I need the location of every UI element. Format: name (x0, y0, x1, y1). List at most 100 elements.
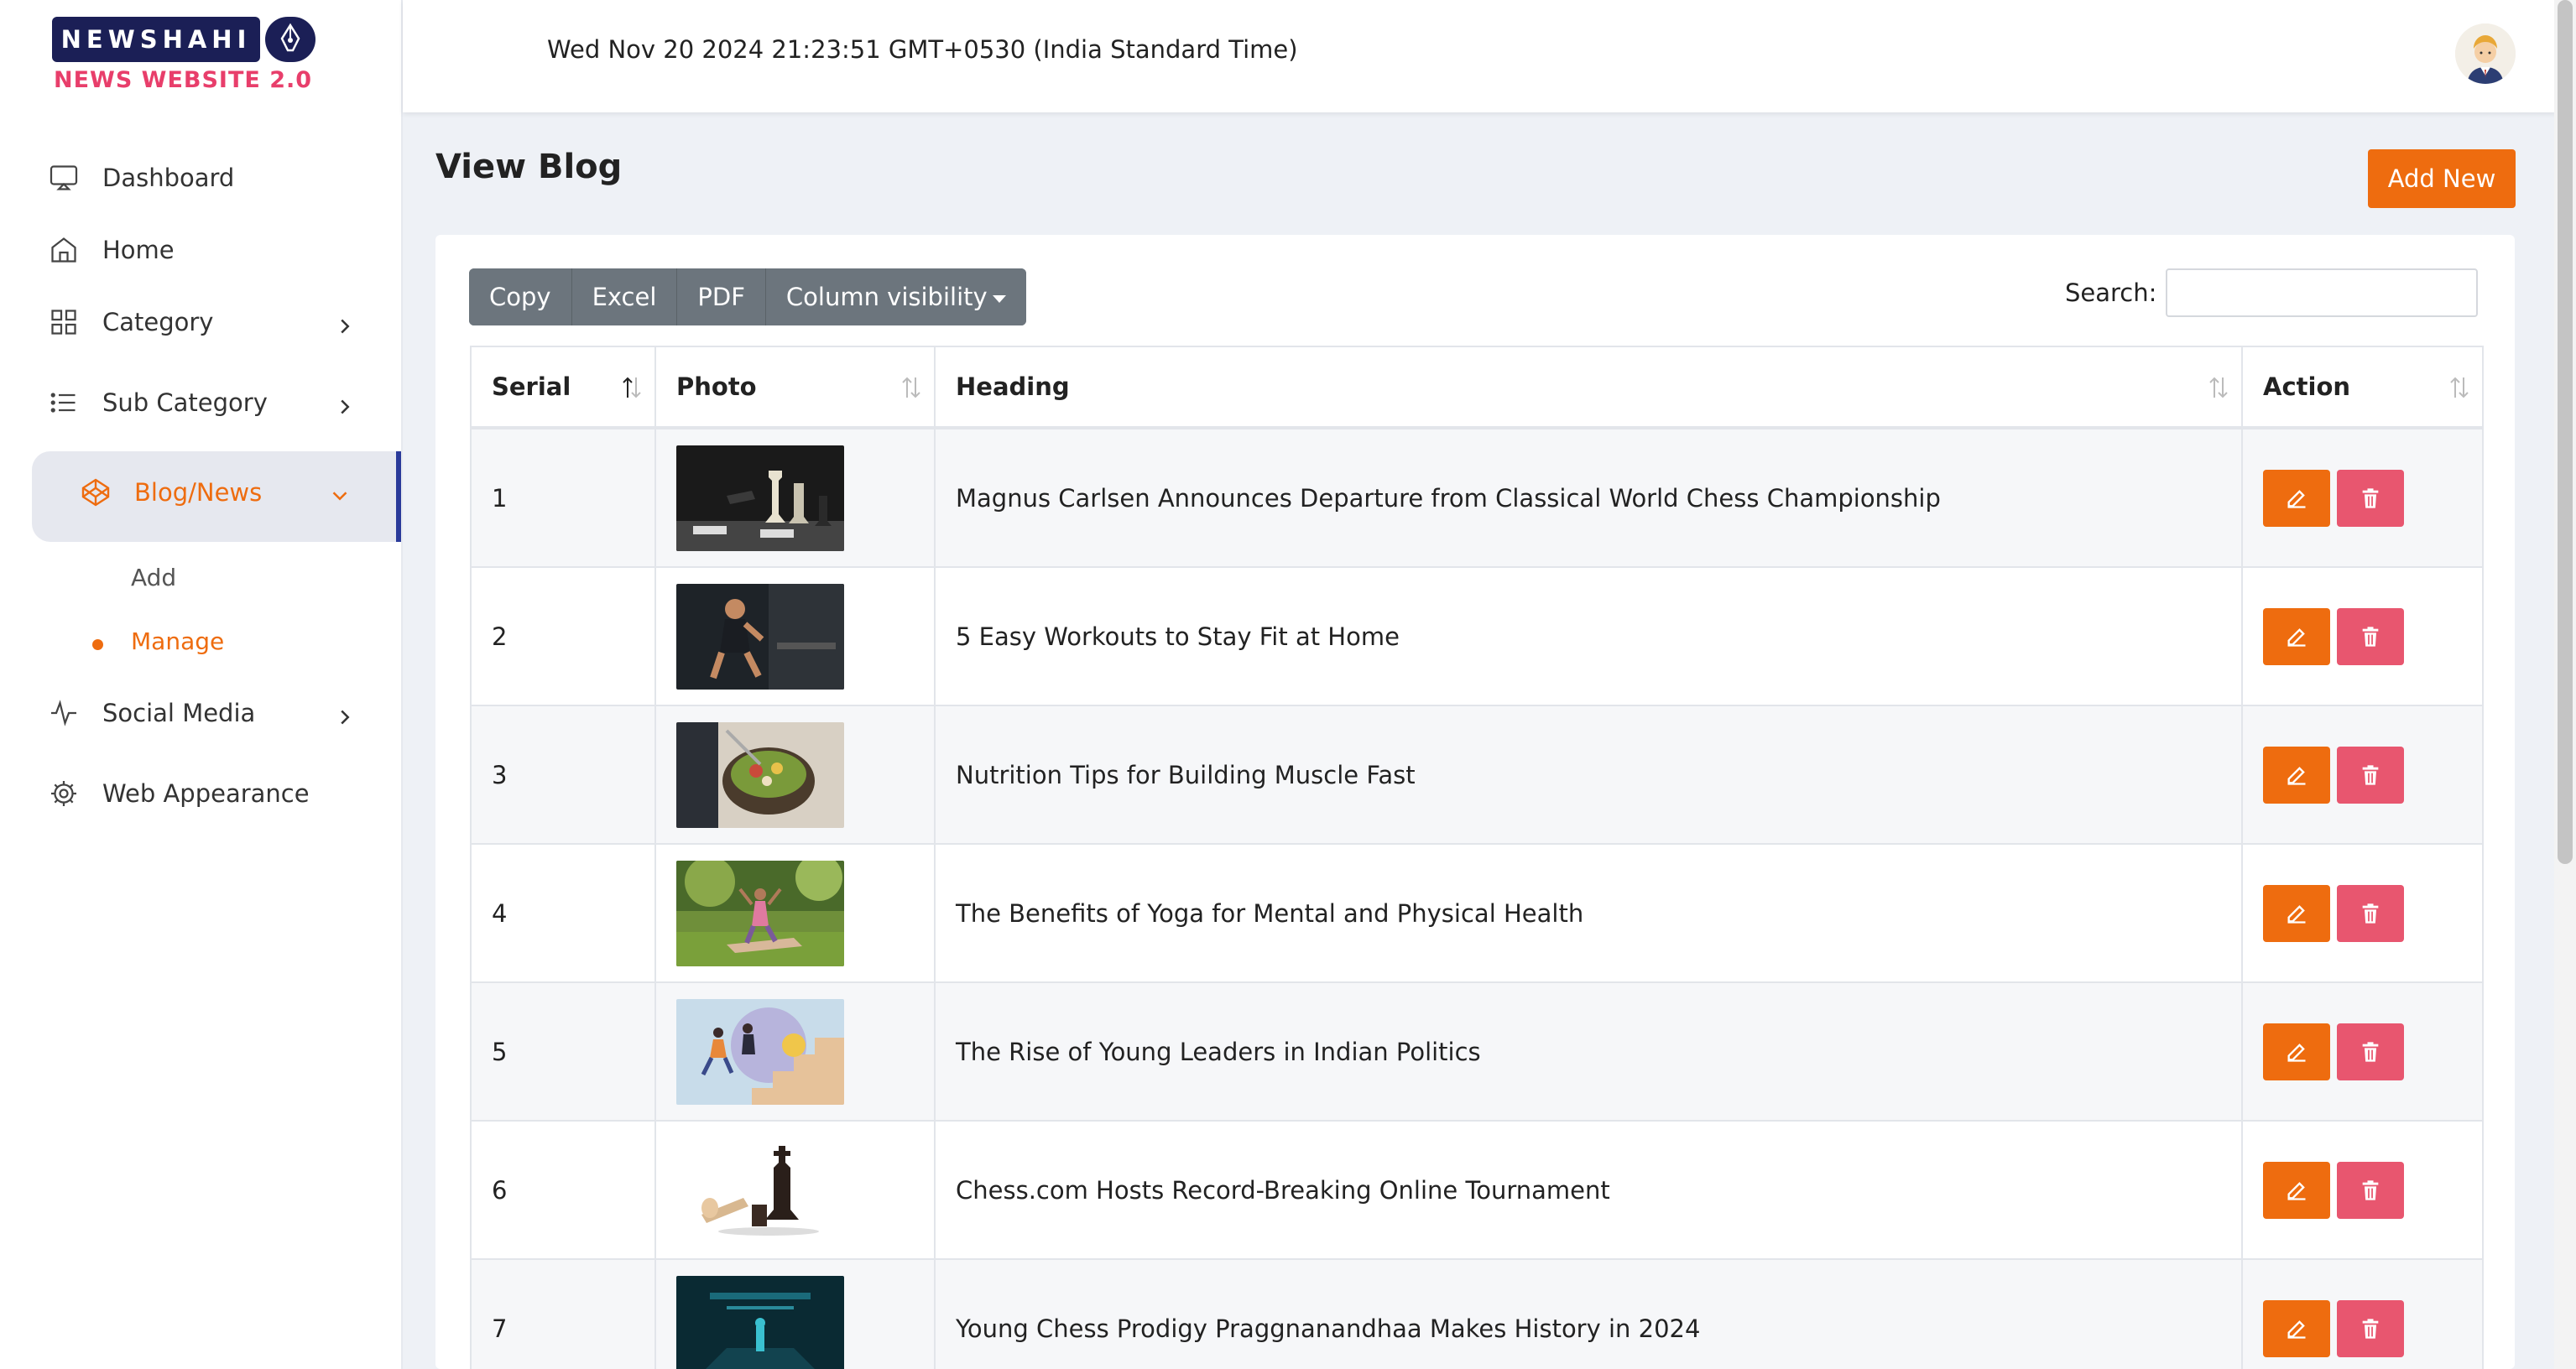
active-nav-indicator (396, 451, 401, 542)
monitor-icon (47, 161, 81, 195)
table-header-row: Serial Photo Heading Action (470, 346, 2484, 429)
edit-button[interactable] (2263, 746, 2330, 804)
column-header-label: Heading (956, 372, 1070, 401)
sidebar-item-label: Sub Category (102, 388, 268, 417)
edit-button[interactable] (2263, 469, 2330, 527)
salad-bowl-photo (676, 721, 844, 828)
active-dot (92, 639, 103, 650)
sidebar-item-label: Social Media (102, 699, 256, 727)
chevron-down-icon[interactable] (327, 483, 352, 508)
action-cell (2241, 981, 2484, 1122)
delete-button[interactable] (2337, 1023, 2404, 1080)
brand-name: NEWSHAHI (52, 17, 260, 62)
action-cell (2241, 705, 2484, 845)
digital-chess-photo (676, 1275, 844, 1369)
serial-cell: 6 (470, 1120, 656, 1260)
delete-button[interactable] (2337, 469, 2404, 527)
list-icon (47, 386, 81, 419)
table-row: 7 Young Chess Prodigy Praggnanandhaa Mak… (470, 1258, 2484, 1369)
excel-button[interactable]: Excel (571, 268, 678, 325)
heading-cell: Young Chess Prodigy Praggnanandhaa Makes… (934, 1258, 2243, 1369)
search-input[interactable] (2166, 268, 2478, 317)
sort-icon (900, 374, 922, 401)
table-row: 2 5 Easy Workouts to Stay Fit at Home (470, 566, 2484, 706)
activity-icon (47, 696, 81, 730)
edit-button[interactable] (2263, 1299, 2330, 1357)
trash-icon (2362, 1041, 2379, 1062)
add-new-button[interactable]: Add New (2368, 149, 2516, 208)
brand-logo[interactable]: NEWSHAHI NEWS WEBSITE 2.0 (52, 17, 321, 94)
sidebar-item-social-media[interactable]: Social Media (47, 690, 255, 737)
sort-asc-icon (621, 374, 643, 401)
top-header: Wed Nov 20 2024 21:23:51 GMT+0530 (India… (403, 0, 2556, 112)
column-visibility-label: Column visibility (785, 283, 988, 311)
chevron-right-icon[interactable] (332, 394, 357, 419)
edit-button[interactable] (2263, 884, 2330, 942)
photo-cell (654, 843, 936, 983)
sidebar-item-label: Home (102, 236, 175, 264)
serial-cell: 7 (470, 1258, 656, 1369)
delete-button[interactable] (2337, 1299, 2404, 1357)
column-header-heading[interactable]: Heading (934, 346, 2243, 429)
sidebar-item-web-appearance[interactable]: Web Appearance (47, 770, 310, 817)
action-cell (2241, 427, 2484, 568)
delete-button[interactable] (2337, 1161, 2404, 1219)
sidebar-item-category[interactable]: Category (47, 299, 213, 346)
trash-icon (2362, 1318, 2379, 1339)
column-header-serial[interactable]: Serial (470, 346, 656, 429)
scrollbar-thumb[interactable] (2558, 0, 2573, 864)
sidebar-item-blog-news[interactable]: Blog/News (79, 469, 262, 516)
delete-button[interactable] (2337, 607, 2404, 665)
column-header-photo[interactable]: Photo (654, 346, 936, 429)
sidebar-item-dashboard[interactable]: Dashboard (47, 154, 234, 201)
trash-icon (2362, 1179, 2379, 1200)
heading-cell: Magnus Carlsen Announces Departure from … (934, 427, 2243, 568)
edit-button[interactable] (2263, 1161, 2330, 1219)
sidebar-item-home[interactable]: Home (47, 226, 175, 273)
photo-cell (654, 705, 936, 845)
serial-cell: 5 (470, 981, 656, 1122)
column-header-action[interactable]: Action (2241, 346, 2484, 429)
photo-cell (654, 566, 936, 706)
table-row: 1 Magnus Carlsen Announces Departure fro… (470, 427, 2484, 568)
codepen-icon (79, 476, 112, 509)
photo-cell (654, 1120, 936, 1260)
edit-button[interactable] (2263, 607, 2330, 665)
blog-table-card: Copy Excel PDF Column visibility Search:… (435, 235, 2515, 1369)
edit-icon (2287, 766, 2306, 785)
action-cell (2241, 843, 2484, 983)
delete-button[interactable] (2337, 746, 2404, 804)
delete-button[interactable] (2337, 884, 2404, 942)
column-header-label: Serial (492, 372, 571, 401)
serial-cell: 4 (470, 843, 656, 983)
heading-cell: 5 Easy Workouts to Stay Fit at Home (934, 566, 2243, 706)
serial-cell: 3 (470, 705, 656, 845)
heading-cell: Nutrition Tips for Building Muscle Fast (934, 705, 2243, 845)
edit-icon (2287, 1043, 2306, 1062)
fallen-king-chess-photo (676, 1137, 844, 1243)
chevron-right-icon[interactable] (332, 705, 357, 730)
chevron-right-icon[interactable] (332, 314, 357, 339)
edit-button[interactable] (2263, 1023, 2330, 1080)
sidebar-subitem-manage[interactable]: Manage (131, 627, 224, 655)
column-header-label: Action (2263, 372, 2351, 401)
sidebar-item-label: Category (102, 308, 214, 336)
edit-icon (2287, 489, 2306, 508)
sidebar-item-sub-category[interactable]: Sub Category (47, 379, 268, 426)
copy-button[interactable]: Copy (469, 268, 572, 325)
table-row: 3 Nutrition Tips for Building Muscle Fas… (470, 705, 2484, 845)
edit-icon (2287, 627, 2306, 647)
export-button-group: Copy Excel PDF Column visibility (469, 268, 1026, 325)
sidebar-subitem-add[interactable]: Add (131, 564, 176, 591)
blog-table: Serial Photo Heading Action 1 Magnus Car… (470, 346, 2484, 1369)
user-avatar[interactable] (2455, 23, 2516, 84)
edit-icon (2287, 1320, 2306, 1339)
home-icon (47, 233, 81, 267)
trash-icon (2362, 903, 2379, 924)
caret-down-icon (992, 294, 1006, 303)
edit-icon (2287, 1181, 2306, 1200)
pdf-button[interactable]: PDF (677, 268, 766, 325)
action-cell (2241, 566, 2484, 706)
sort-icon (2208, 374, 2229, 401)
column-visibility-button[interactable]: Column visibility (765, 268, 1026, 325)
